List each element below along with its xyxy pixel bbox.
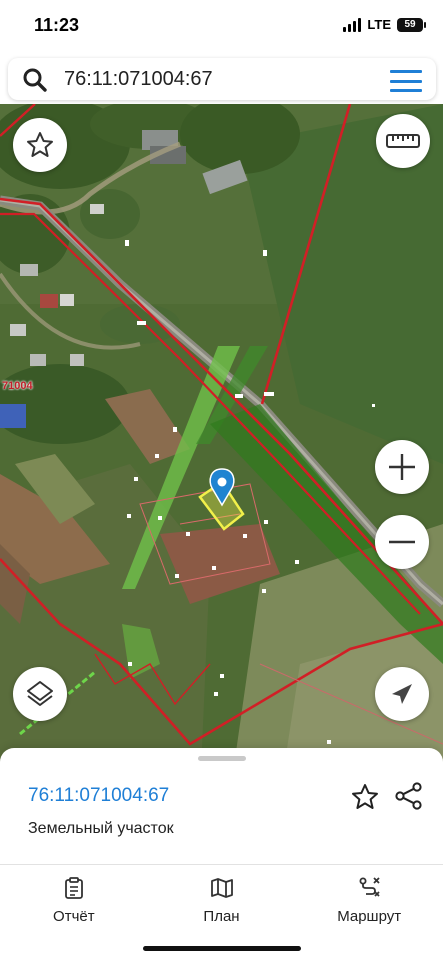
cadastral-quarter-label: 71004 <box>2 380 33 392</box>
zoom-out-icon <box>389 540 415 544</box>
status-indicators: LTE 59 <box>343 17 426 32</box>
locate-arrow-icon <box>392 684 412 704</box>
tab-plan[interactable]: План <box>148 872 296 928</box>
search-bar <box>0 52 443 104</box>
report-clipboard-icon <box>64 877 83 899</box>
tab-report-label: Отчёт <box>53 908 95 925</box>
cadastral-number-link[interactable]: 76:11:071004:67 <box>28 785 169 807</box>
search-input[interactable] <box>64 64 364 94</box>
my-location-button[interactable] <box>375 667 429 721</box>
parcel-bottom-sheet[interactable]: 76:11:071004:67 Земельный участок Отчёт <box>0 748 443 960</box>
bottom-tab-bar: Отчёт План Маршрут <box>0 872 443 928</box>
route-icon <box>359 877 380 897</box>
search-icon[interactable] <box>22 67 48 93</box>
share-icon[interactable] <box>394 781 424 811</box>
tab-route-label: Маршрут <box>337 908 402 925</box>
tab-report[interactable]: Отчёт <box>0 872 148 928</box>
object-type-label: Земельный участок <box>28 820 174 837</box>
star-outline-icon[interactable] <box>350 782 380 812</box>
battery-level: 59 <box>404 19 416 30</box>
status-bar: 11:23 LTE 59 <box>0 0 443 52</box>
layers-icon <box>27 681 53 706</box>
zoom-in-icon <box>389 454 415 480</box>
signal-icon <box>343 17 362 32</box>
sheet-divider <box>0 864 443 865</box>
map-plan-icon <box>210 878 233 898</box>
search-box[interactable] <box>8 58 436 100</box>
network-type: LTE <box>367 17 391 32</box>
status-time: 11:23 <box>34 15 80 35</box>
hamburger-menu-icon[interactable] <box>390 70 422 92</box>
sheet-grabber[interactable] <box>198 756 246 761</box>
layers-button[interactable] <box>13 667 67 721</box>
tab-plan-label: План <box>203 908 240 925</box>
star-outline-icon <box>27 132 53 157</box>
tab-route[interactable]: Маршрут <box>295 872 443 928</box>
measure-ruler-button[interactable] <box>376 114 430 168</box>
ruler-icon <box>386 134 420 148</box>
zoom-in-button[interactable] <box>375 440 429 494</box>
battery-icon: 59 <box>397 17 426 32</box>
favorite-map-button[interactable] <box>13 118 67 172</box>
home-indicator <box>143 946 301 951</box>
satellite-map[interactable]: 71004 <box>0 104 443 794</box>
zoom-out-button[interactable] <box>375 515 429 569</box>
